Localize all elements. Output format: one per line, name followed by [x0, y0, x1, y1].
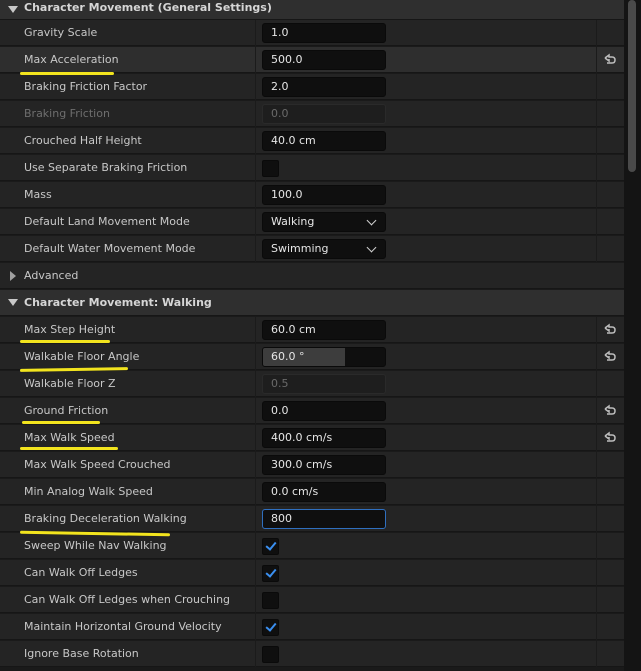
- max-walk-speed-input[interactable]: 400.0 cm/s: [262, 428, 386, 448]
- reset-to-default-icon[interactable]: [603, 323, 617, 337]
- property-label: Maintain Horizontal Ground Velocity: [24, 620, 222, 633]
- scrollbar-thumb[interactable]: [628, 0, 636, 172]
- sweep-while-nav-walking-checkbox[interactable]: [262, 538, 279, 555]
- maintain-horizontal-ground-velocity-checkbox[interactable]: [262, 619, 279, 636]
- property-label: Crouched Half Height: [24, 134, 142, 147]
- property-row-walkable-floor-angle: Walkable Floor Angle 60.0 °: [0, 344, 624, 370]
- property-row-sweep-while-nav-walking: Sweep While Nav Walking: [0, 533, 624, 559]
- chevron-down-icon[interactable]: [8, 6, 18, 13]
- property-label: Can Walk Off Ledges when Crouching: [24, 593, 231, 606]
- property-row-crouched-half-height: Crouched Half Height 40.0 cm: [0, 128, 624, 154]
- property-label: Walkable Floor Z: [24, 377, 116, 390]
- braking-deceleration-walking-input[interactable]: 800: [262, 509, 386, 529]
- can-walk-off-ledges-crouching-checkbox[interactable]: [262, 592, 279, 609]
- annotation-underline: [20, 447, 118, 450]
- property-row-min-analog-walk-speed: Min Analog Walk Speed 0.0 cm/s: [0, 479, 624, 505]
- property-row-max-acceleration: Max Acceleration 500.0: [0, 47, 624, 73]
- section-advanced[interactable]: Advanced: [0, 263, 624, 289]
- property-row-ignore-base-rotation: Ignore Base Rotation: [0, 641, 624, 667]
- details-panel: Character Movement (General Settings) Gr…: [0, 0, 624, 671]
- property-label: Default Land Movement Mode: [24, 215, 190, 228]
- property-row-gravity-scale: Gravity Scale 1.0: [0, 20, 624, 46]
- property-row-can-walk-off-ledges: Can Walk Off Ledges: [0, 560, 624, 586]
- annotation-underline: [22, 421, 100, 424]
- property-label: Mass: [24, 188, 52, 201]
- default-water-movement-mode-dropdown[interactable]: Swimming: [262, 239, 386, 259]
- property-label: Braking Friction: [24, 107, 110, 120]
- checkmark-icon: [265, 539, 277, 551]
- crouched-half-height-input[interactable]: 40.0 cm: [262, 131, 386, 151]
- property-label: Braking Friction Factor: [24, 80, 148, 93]
- property-label: Default Water Movement Mode: [24, 242, 196, 255]
- chevron-down-icon: [366, 215, 377, 226]
- property-label: Use Separate Braking Friction: [24, 161, 188, 174]
- section-title-walking: Character Movement: Walking: [24, 296, 212, 309]
- section-title-general: Character Movement (General Settings): [24, 1, 272, 14]
- annotation-underline: [20, 72, 114, 75]
- property-row-walkable-floor-z: Walkable Floor Z 0.5: [0, 371, 624, 397]
- dropdown-value: Swimming: [271, 242, 329, 255]
- dropdown-value: Walking: [271, 215, 315, 228]
- property-row-braking-friction-factor: Braking Friction Factor 2.0: [0, 74, 624, 100]
- annotation-underline: [20, 340, 110, 343]
- property-row-can-walk-off-ledges-crouching: Can Walk Off Ledges when Crouching: [0, 587, 624, 613]
- property-label: Min Analog Walk Speed: [24, 485, 153, 498]
- reset-to-default-icon[interactable]: [603, 350, 617, 364]
- property-label: Max Walk Speed Crouched: [24, 458, 171, 471]
- property-label: Sweep While Nav Walking: [24, 539, 167, 552]
- ignore-base-rotation-checkbox[interactable]: [262, 646, 279, 663]
- checkmark-icon: [265, 620, 277, 632]
- chevron-right-icon[interactable]: [10, 271, 16, 281]
- property-row-default-land-movement-mode: Default Land Movement Mode Walking: [0, 209, 624, 235]
- property-row-maintain-horizontal-ground-velocity: Maintain Horizontal Ground Velocity: [0, 614, 624, 640]
- min-analog-walk-speed-input[interactable]: 0.0 cm/s: [262, 482, 386, 502]
- braking-friction-input: 0.0: [262, 104, 386, 124]
- property-row-default-water-movement-mode: Default Water Movement Mode Swimming: [0, 236, 624, 262]
- section-header-general[interactable]: Character Movement (General Settings): [0, 0, 624, 20]
- max-step-height-input[interactable]: 60.0 cm: [262, 320, 386, 340]
- walkable-floor-angle-slider[interactable]: 60.0 °: [262, 347, 386, 367]
- can-walk-off-ledges-checkbox[interactable]: [262, 565, 279, 582]
- use-separate-braking-friction-checkbox[interactable]: [262, 160, 279, 177]
- property-label: Can Walk Off Ledges: [24, 566, 138, 579]
- property-label: Braking Deceleration Walking: [24, 512, 187, 525]
- reset-to-default-icon[interactable]: [603, 404, 617, 418]
- gravity-scale-input[interactable]: 1.0: [262, 23, 386, 43]
- checkmark-icon: [265, 566, 277, 578]
- slider-value: 60.0 °: [271, 350, 305, 363]
- property-label: Walkable Floor Angle: [24, 350, 140, 363]
- property-label: Max Acceleration: [24, 53, 119, 66]
- property-row-mass: Mass 100.0: [0, 182, 624, 208]
- property-row-use-separate-braking-friction: Use Separate Braking Friction: [0, 155, 624, 181]
- vertical-scrollbar[interactable]: [624, 0, 641, 671]
- property-label: Ignore Base Rotation: [24, 647, 139, 660]
- max-walk-speed-crouched-input[interactable]: 300.0 cm/s: [262, 455, 386, 475]
- property-row-braking-deceleration-walking: Braking Deceleration Walking 800: [0, 506, 624, 532]
- property-row-max-walk-speed-crouched: Max Walk Speed Crouched 300.0 cm/s: [0, 452, 624, 478]
- walkable-floor-z-input: 0.5: [262, 374, 386, 394]
- chevron-down-icon: [366, 242, 377, 253]
- ground-friction-input[interactable]: 0.0: [262, 401, 386, 421]
- mass-input[interactable]: 100.0: [262, 185, 386, 205]
- max-acceleration-input[interactable]: 500.0: [262, 50, 386, 70]
- default-land-movement-mode-dropdown[interactable]: Walking: [262, 212, 386, 232]
- property-row-braking-friction: Braking Friction 0.0: [0, 101, 624, 127]
- reset-to-default-icon[interactable]: [603, 431, 617, 445]
- section-header-walking[interactable]: Character Movement: Walking: [0, 290, 624, 316]
- section-title-advanced: Advanced: [24, 269, 79, 282]
- chevron-down-icon[interactable]: [8, 299, 18, 306]
- braking-friction-factor-input[interactable]: 2.0: [262, 77, 386, 97]
- property-label: Gravity Scale: [24, 26, 98, 39]
- reset-to-default-icon[interactable]: [603, 53, 617, 67]
